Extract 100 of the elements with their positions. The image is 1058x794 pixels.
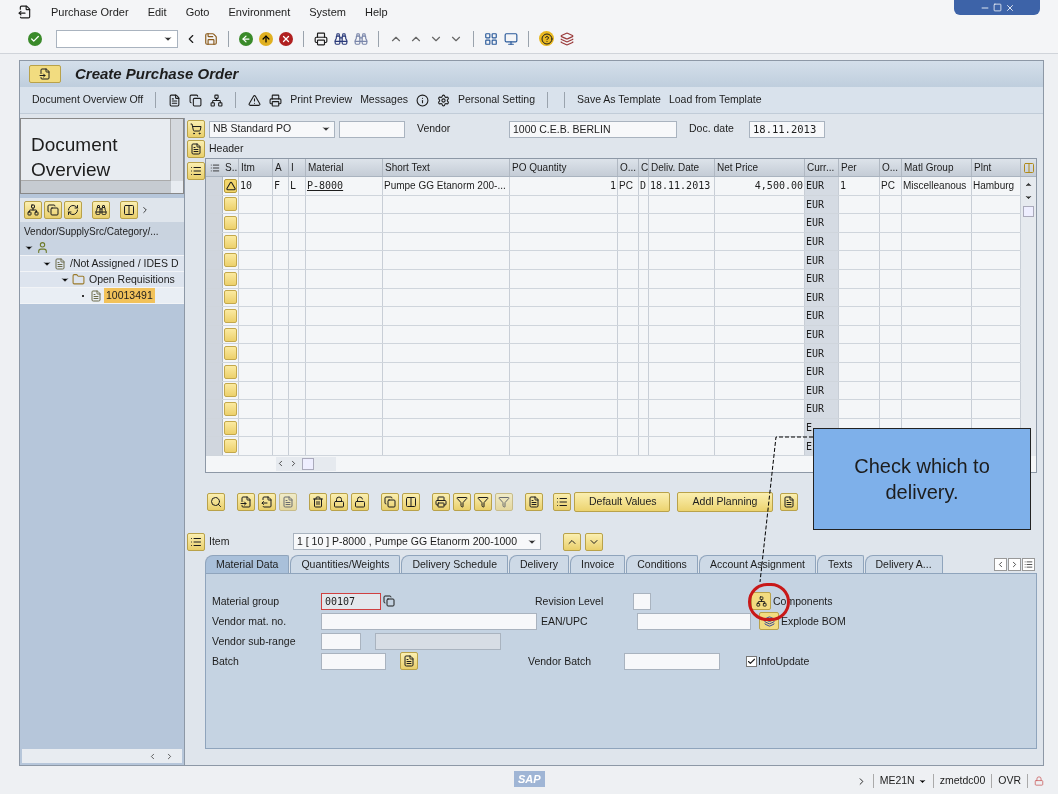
- vendor-sub-range-field[interactable]: [321, 632, 361, 650]
- column-header[interactable]: Net Price: [715, 159, 805, 176]
- column-header[interactable]: Deliv. Date: [649, 159, 715, 176]
- personal-settings-icon[interactable]: [437, 93, 450, 107]
- next-item-icon[interactable]: [585, 532, 603, 551]
- back-icon[interactable]: [239, 31, 253, 46]
- print-preview-icon[interactable]: [269, 93, 283, 107]
- close-icon[interactable]: [1004, 2, 1015, 13]
- menu-item[interactable]: Edit: [147, 3, 167, 21]
- header-toggle-icon[interactable]: [187, 140, 205, 158]
- toolbar-button[interactable]: Personal Setting: [458, 92, 536, 108]
- column-header[interactable]: O...: [880, 159, 902, 176]
- explode-bom-button[interactable]: Explode BOM: [759, 612, 846, 631]
- column-header[interactable]: Matl Group: [902, 159, 972, 176]
- alert-icon[interactable]: [248, 93, 262, 107]
- document-number-field[interactable]: [339, 120, 405, 138]
- lock-icon[interactable]: [330, 492, 348, 511]
- save-icon[interactable]: [204, 31, 218, 46]
- scroll-right-icon[interactable]: [289, 459, 298, 469]
- select-all-icon[interactable]: [209, 162, 220, 173]
- column-header[interactable]: Per: [839, 159, 880, 176]
- scroll-right-icon[interactable]: [165, 751, 174, 761]
- command-field[interactable]: [56, 29, 178, 48]
- transaction-code[interactable]: ME21N: [879, 773, 927, 789]
- tab[interactable]: Texts: [817, 554, 864, 573]
- scroll-down-icon[interactable]: [1024, 193, 1033, 202]
- toolbar-button[interactable]: Messages: [360, 92, 408, 108]
- tab[interactable]: Account Assignment: [698, 554, 816, 573]
- horizontal-scrollbar[interactable]: [276, 456, 336, 471]
- menu-item[interactable]: Environment: [228, 3, 291, 21]
- sub-range-description-field[interactable]: [375, 632, 501, 650]
- vendor-material-number-field[interactable]: [321, 612, 537, 630]
- checkbox[interactable]: [746, 655, 757, 667]
- scroll-thumb[interactable]: [302, 457, 314, 470]
- scroll-thumb[interactable]: [1023, 206, 1034, 217]
- menu-item[interactable]: Purchase Order: [51, 3, 129, 21]
- print-icon[interactable]: [314, 31, 328, 46]
- caret-icon[interactable]: [321, 124, 331, 134]
- copy-icon[interactable]: [44, 201, 62, 219]
- toolbar-button[interactable]: Document Overview Off: [32, 92, 144, 108]
- shortcut-icon[interactable]: [504, 31, 518, 46]
- toolbar-button[interactable]: Save As Template: [577, 92, 661, 108]
- scroll-left-icon[interactable]: [148, 751, 157, 761]
- tab[interactable]: Delivery: [509, 554, 569, 573]
- document-icon[interactable]: [780, 492, 798, 511]
- window-controls[interactable]: [954, 0, 1040, 15]
- scroll-right-icon[interactable]: [1008, 557, 1021, 571]
- details-icon[interactable]: [207, 492, 225, 511]
- print-icon[interactable]: [432, 492, 450, 511]
- input-mode[interactable]: OVR: [998, 773, 1021, 789]
- column-header[interactable]: O...: [618, 159, 639, 176]
- item-dropdown[interactable]: 1 [ 10 ] P-8000 , Pumpe GG Etanorm 200-1000: [293, 533, 541, 551]
- document-icon[interactable]: [525, 492, 543, 511]
- toolbar-button[interactable]: Print Preview: [290, 92, 353, 108]
- hierarchy-icon[interactable]: [751, 592, 771, 611]
- menu-item[interactable]: System: [309, 3, 346, 21]
- cart-icon[interactable]: [187, 120, 205, 138]
- batch-field[interactable]: [321, 652, 386, 670]
- item-toggle-icon[interactable]: [187, 532, 205, 551]
- refresh-icon[interactable]: [64, 201, 82, 219]
- column-header[interactable]: Curr...: [805, 159, 839, 176]
- document-type-dropdown[interactable]: NB Standard PO: [209, 120, 335, 138]
- scroll-up-icon[interactable]: [1024, 180, 1033, 189]
- enter-icon[interactable]: [28, 31, 42, 46]
- column-header[interactable]: Plnt: [972, 159, 1021, 176]
- vendor-field[interactable]: 1000 C.E.B. BERLIN: [509, 120, 677, 138]
- column-header[interactable]: A: [273, 159, 289, 176]
- info-icon[interactable]: [416, 93, 429, 107]
- action-button[interactable]: Default Values: [574, 491, 670, 512]
- vendor-batch-field[interactable]: [624, 652, 720, 670]
- document-date-field[interactable]: 18.11.2013: [749, 120, 825, 138]
- find-next-icon[interactable]: [354, 31, 368, 46]
- column-settings-icon[interactable]: [1022, 161, 1035, 174]
- column-header[interactable]: C: [639, 159, 649, 176]
- column-header[interactable]: PO Quantity: [510, 159, 618, 176]
- session-menu-icon[interactable]: [18, 5, 32, 19]
- list-icon[interactable]: [553, 492, 571, 511]
- ean-upc-field[interactable]: [637, 612, 751, 630]
- items-toggle-icon[interactable]: [187, 162, 205, 180]
- copy-icon[interactable]: [381, 492, 399, 511]
- horizontal-scrollbar[interactable]: [22, 749, 182, 763]
- tab[interactable]: Conditions: [626, 554, 698, 573]
- exit-icon[interactable]: [259, 31, 273, 46]
- action-button[interactable]: Addl Planning: [677, 491, 773, 512]
- layout-icon[interactable]: [120, 201, 138, 219]
- unlock-icon[interactable]: [351, 492, 369, 511]
- maximize-icon[interactable]: [992, 3, 1002, 12]
- vertical-scrollbar[interactable]: [1021, 177, 1036, 456]
- insert-row-icon[interactable]: [258, 492, 276, 511]
- help-icon[interactable]: [539, 31, 554, 46]
- layout-icon[interactable]: [560, 31, 574, 46]
- document-icon[interactable]: [400, 652, 418, 671]
- horizontal-scrollbar[interactable]: [21, 180, 171, 193]
- filter-icon[interactable]: [474, 492, 492, 511]
- tab[interactable]: Delivery Schedule: [401, 554, 509, 573]
- column-header[interactable]: Short Text: [383, 159, 510, 176]
- column-header[interactable]: Material: [306, 159, 383, 176]
- add-row-icon[interactable]: [237, 492, 255, 511]
- new-document-icon[interactable]: [168, 93, 182, 107]
- scroll-left-icon[interactable]: [994, 557, 1007, 571]
